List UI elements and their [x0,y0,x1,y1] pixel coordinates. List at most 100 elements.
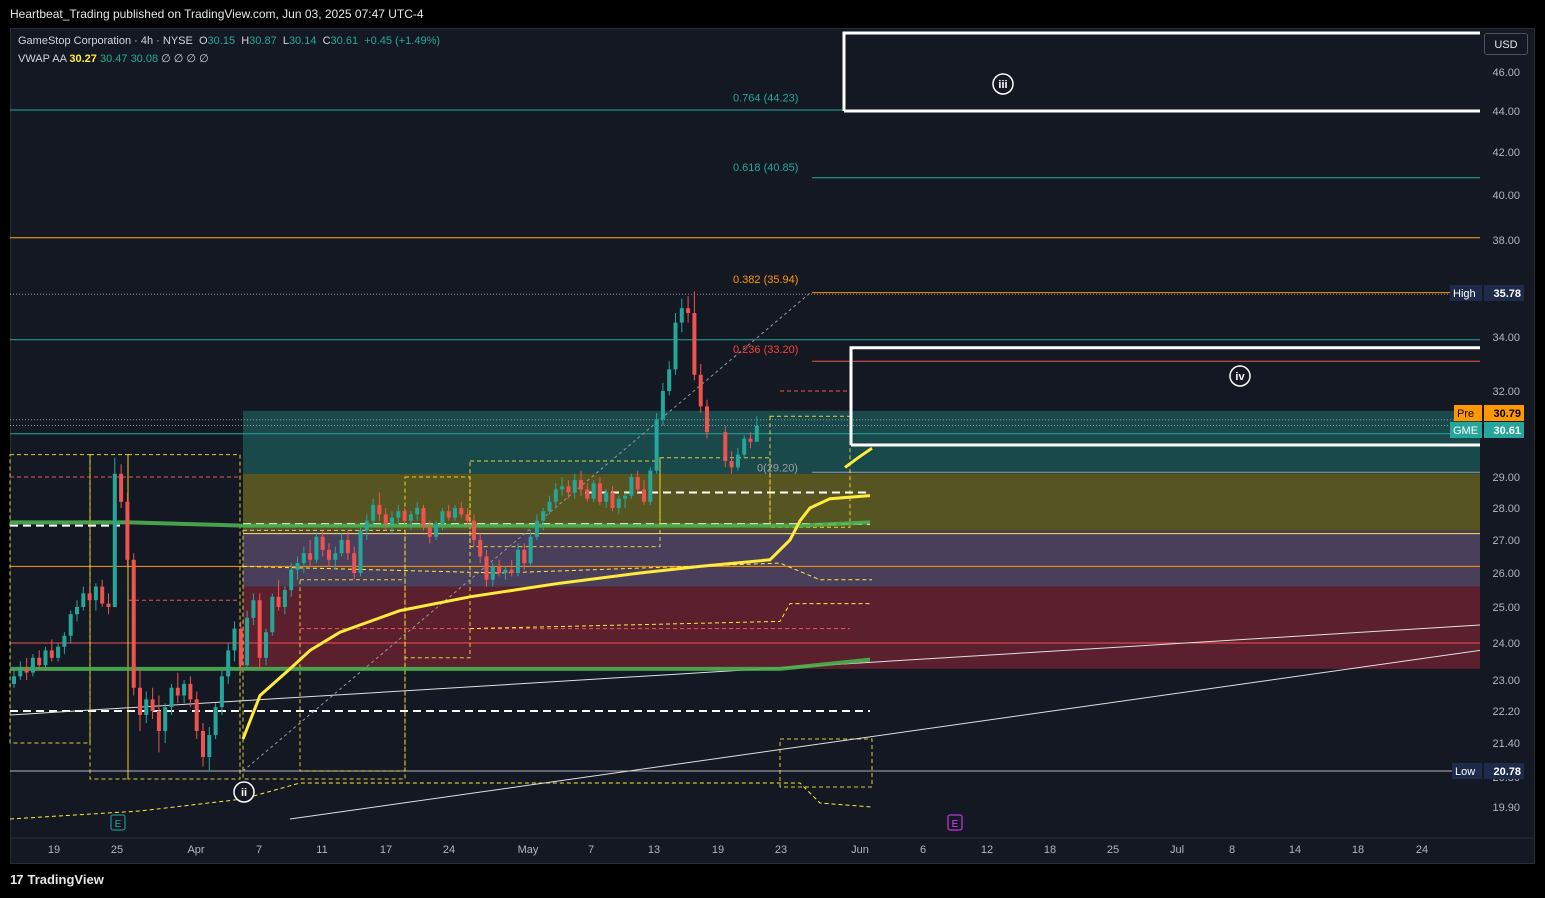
price-tag-value: 30.79 [1493,408,1521,420]
candle-body [541,511,546,521]
y-axis-tick: 42.00 [1492,147,1520,159]
candle-body [201,731,205,757]
range-box-2 [9,454,91,744]
wave-label-iv: iv [1235,371,1245,383]
candle-body [383,514,388,524]
y-axis-tick: 19.90 [1492,802,1520,814]
y-axis-tick: 44.00 [1492,106,1520,118]
candle-body [396,511,401,518]
price-tag-name: GME [1453,425,1478,437]
y-axis-tick: 22.20 [1492,706,1520,718]
candle-body [371,504,376,521]
candle-body [446,511,451,518]
open-label: O [198,35,208,47]
candle-body [629,477,634,496]
candle-body [648,470,653,502]
x-axis-tick: 6 [920,844,926,856]
candle-body [144,699,149,715]
candle-body [516,549,520,573]
tradingview-logo-icon: 17 [10,872,24,887]
x-axis-tick: Jul [1170,844,1184,856]
price-tag-name: Low [1455,766,1475,778]
fib-label: 0.236 (33.20) [733,344,798,356]
candle-body [471,520,476,540]
candle-body [560,486,565,490]
vwap-value-3: 30.08 [130,53,159,65]
candle-body [68,614,73,636]
candle-body [754,425,759,442]
candle-body [427,527,432,537]
candle-body [572,480,577,493]
currency-button[interactable]: USD [1484,33,1528,55]
candle-body [43,650,48,666]
candle-body [24,668,29,673]
vwap-name[interactable]: VWAP AA [18,53,66,65]
lower-band-line [9,782,873,820]
candle-body [566,486,571,493]
range-box-1 [127,454,241,780]
candle-body [352,553,357,573]
fib-label: 0.618 (40.85) [733,162,798,174]
candle-body [698,374,703,407]
candle-body [245,617,250,666]
candle-body [735,454,740,468]
y-axis-tick: 40.00 [1492,190,1520,202]
zone-mauve [243,530,1480,587]
x-axis-tick: 8 [1229,844,1235,856]
candle-body [705,406,709,433]
candle-body [232,628,237,651]
x-axis-tick: 7 [256,844,262,856]
x-axis-tick: Jun [851,844,869,856]
candle-body [654,419,659,471]
candle-body [402,511,407,521]
candle-body [635,477,640,490]
x-axis-tick: May [518,844,539,856]
candle-body [553,489,558,502]
candle-body [12,676,16,684]
candle-body [100,586,105,604]
y-axis-tick: 21.40 [1492,738,1520,750]
demand-zone-green [243,410,1480,474]
close-label: C [322,35,331,47]
candle-body [175,687,180,696]
candle-body [163,707,168,731]
candle-body [339,540,344,554]
candle-body [93,586,98,601]
price-chart[interactable]: 0.764 (44.23) 0.618 (40.85) 0.382 (35.94) 0… [0,0,1545,898]
candle-body [81,593,86,607]
x-axis-tick: 17 [380,844,392,856]
brand-name: TradingView [27,872,104,887]
price-tag-value: 20.78 [1493,766,1521,778]
x-axis-tick: 18 [1352,844,1364,856]
candle-body [642,489,646,502]
vwap-value-1: 30.27 [69,53,97,65]
x-axis-tick: Apr [187,844,204,856]
candle-body [345,540,350,554]
candle-body [547,501,552,512]
wave-label-iii: iii [998,79,1007,91]
candle-body [528,536,533,564]
candle-body [18,668,23,677]
candle-body [490,566,495,580]
candle-body [692,313,697,375]
candle-body [327,549,331,560]
candle-body [459,508,464,515]
candle-body [534,520,539,537]
candle-body [465,514,470,521]
y-axis-tick: 24.00 [1492,638,1520,650]
symbol-title[interactable]: GameStop Corporation · 4h · NYSE [18,35,193,47]
x-axis-tick: 18 [1044,844,1056,856]
candle-body [156,711,161,731]
price-tag-name: High [1453,288,1476,300]
candle-body [119,473,124,502]
candle-body [497,566,502,573]
candle-body [364,520,369,531]
candle-body [30,657,35,673]
candle-body [723,432,728,461]
x-axis-tick: 25 [1107,844,1119,856]
candle-body [585,489,590,499]
candle-body [62,635,67,647]
candle-body [131,559,136,688]
fib-label: 0.764 (44.23) [733,92,798,104]
candle-body [270,596,275,633]
